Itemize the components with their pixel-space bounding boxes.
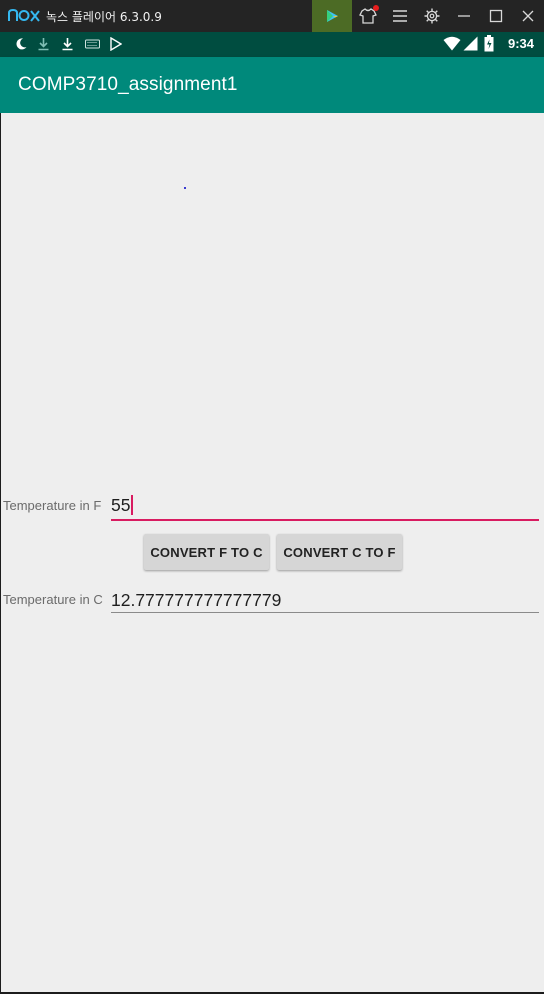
fahrenheit-input-underline (111, 519, 539, 521)
menu-icon (393, 10, 407, 22)
fahrenheit-value: 55 (111, 495, 131, 515)
main-content: Temperature in F 55 CONVERT F TO C CONVE… (0, 113, 544, 992)
fahrenheit-label: Temperature in F (3, 498, 102, 513)
maximize-button[interactable] (480, 0, 512, 32)
nox-logo-icon (8, 8, 40, 22)
stray-pixel (184, 187, 186, 189)
close-button[interactable] (512, 0, 544, 32)
close-icon (522, 10, 534, 22)
app-title: COMP3710_assignment1 (18, 74, 238, 95)
status-bar: 9:34 (0, 32, 544, 57)
play-store-button[interactable] (312, 0, 352, 32)
download-icon (38, 38, 49, 51)
keyboard-icon (85, 39, 100, 49)
text-cursor (131, 495, 134, 516)
fahrenheit-input[interactable]: 55 (111, 491, 539, 519)
app-toolbar: COMP3710_assignment1 (0, 57, 544, 113)
status-time: 9:34 (507, 36, 534, 51)
play-store-icon (327, 10, 338, 22)
gear-icon (424, 8, 440, 24)
celsius-label: Temperature in C (3, 592, 103, 607)
celsius-input[interactable]: 12.777777777777779 (111, 586, 539, 614)
celsius-value: 12.777777777777779 (111, 590, 282, 610)
download-icon (62, 38, 73, 51)
signal-icon (463, 36, 478, 51)
convert-c-to-f-button[interactable]: CONVERT C TO F (277, 534, 402, 570)
convert-f-to-c-button[interactable]: CONVERT F TO C (144, 534, 269, 570)
emulator-title-bar: 녹스 플레이어 6.3.0.9 (0, 0, 544, 32)
moon-icon (16, 38, 27, 50)
settings-button[interactable] (416, 0, 448, 32)
celsius-input-underline (111, 612, 539, 613)
emulator-title: 녹스 플레이어 6.3.0.9 (46, 10, 162, 24)
wifi-icon (443, 36, 461, 51)
maximize-icon (489, 9, 503, 23)
battery-icon (484, 35, 494, 52)
minimize-button[interactable] (448, 0, 480, 32)
menu-button[interactable] (384, 0, 416, 32)
notification-dot (373, 5, 379, 11)
play-store-icon (110, 37, 122, 51)
theme-button[interactable] (352, 0, 384, 32)
minimize-icon (458, 15, 470, 17)
